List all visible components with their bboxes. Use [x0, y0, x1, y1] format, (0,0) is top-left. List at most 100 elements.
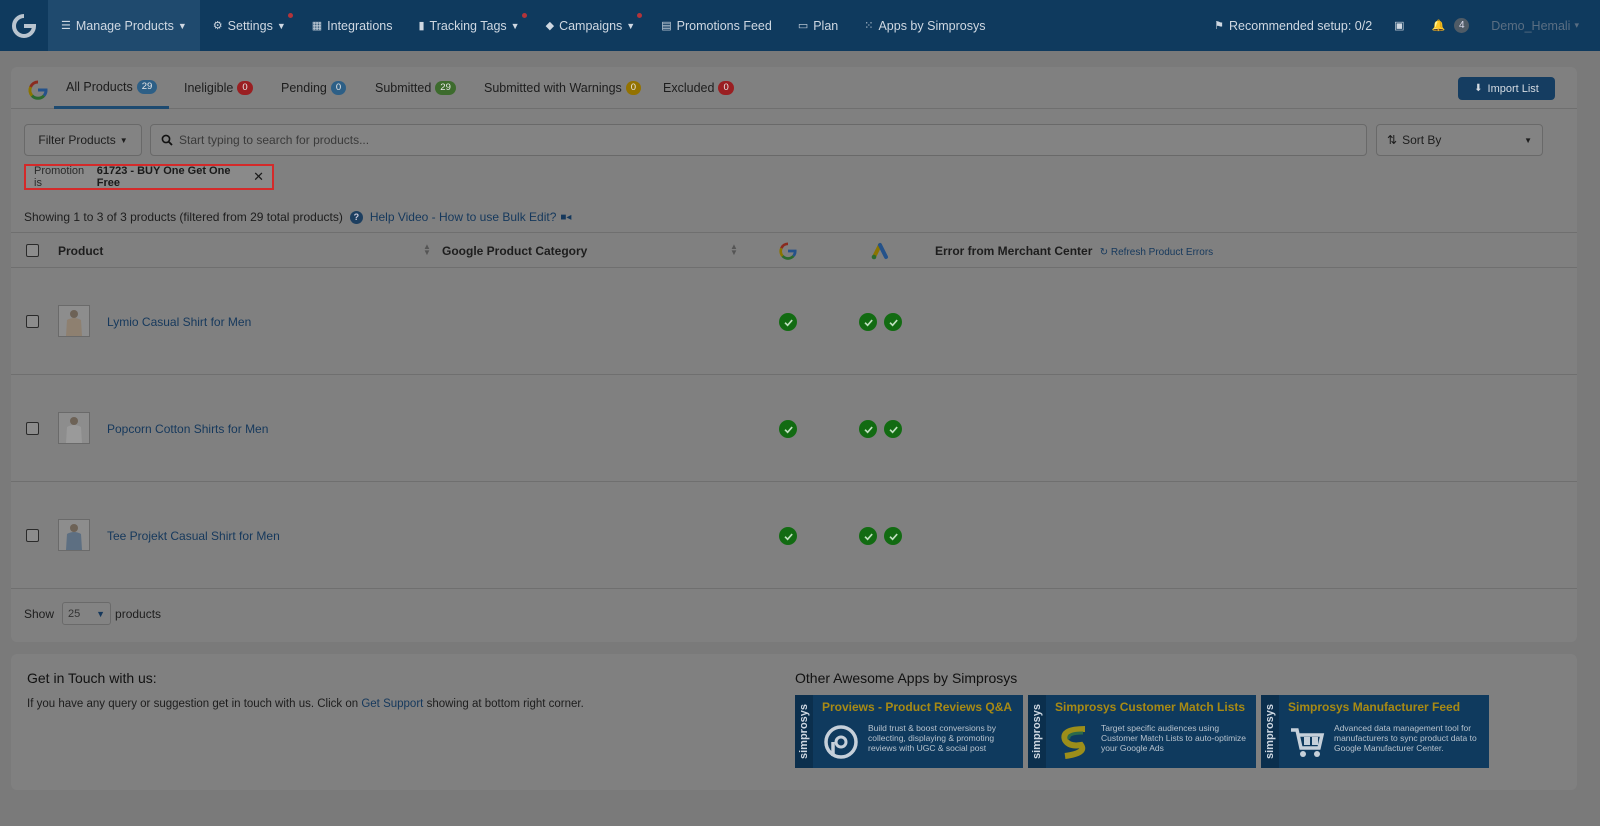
- app-card-2[interactable]: simprosys Simprosys Manufacturer Feed Adva…: [1261, 695, 1489, 768]
- top-nav: ☰ Manage Products ▼ ⚙ Settings ▼ ▦ Integrations…: [0, 0, 1600, 51]
- column-error-merchant-center: Error from Merchant Center ↻ Refresh Pro…: [935, 244, 1213, 258]
- column-product[interactable]: Product: [58, 244, 103, 258]
- search-icon: [161, 134, 173, 146]
- column-google-product-category[interactable]: Google Product Category: [442, 244, 587, 258]
- app-card-0[interactable]: simprosys Proviews - Product Reviews Q&A B…: [795, 695, 1023, 768]
- file-icon: ▤: [661, 20, 672, 32]
- tab-3[interactable]: Submitted 29: [375, 67, 456, 109]
- per-page-select[interactable]: 25 ▼: [62, 602, 112, 625]
- product-name-link[interactable]: Lymio Casual Shirt for Men: [107, 315, 251, 329]
- profile-card-button[interactable]: ▣: [1383, 0, 1420, 51]
- get-support-link[interactable]: Get Support: [361, 698, 423, 710]
- chip-value: 61723 - BUY One Get One Free: [96, 165, 231, 189]
- table-row: Tee Projekt Casual Shirt for Men: [11, 482, 1577, 589]
- nav-item-2[interactable]: ▦ Integrations: [299, 0, 406, 51]
- app-name: Simprosys Customer Match Lists: [1055, 700, 1246, 714]
- nav-item-6[interactable]: ▭ Plan: [785, 0, 851, 51]
- recommended-setup-link[interactable]: ⚑ Recommended setup: 0/2: [1203, 0, 1383, 51]
- alert-dot: [287, 13, 293, 18]
- product-thumbnail[interactable]: [58, 305, 90, 337]
- video-camera-icon: ■◂: [560, 211, 572, 223]
- bell-icon: 🔔: [1431, 20, 1446, 32]
- row-checkbox[interactable]: [26, 529, 39, 542]
- pagination-footer: Show 25 ▼ products: [24, 602, 161, 625]
- nav-item-label: Manage Products: [75, 18, 174, 33]
- chat-bubble-icon: [822, 723, 860, 761]
- nav-item-label: Tracking Tags: [429, 18, 507, 33]
- nav-item-1[interactable]: ⚙ Settings ▼: [200, 0, 299, 51]
- select-all-checkbox[interactable]: [26, 244, 39, 257]
- nav-item-5[interactable]: ▤ Promotions Feed: [648, 0, 785, 51]
- caret-down-icon: ▼: [510, 20, 520, 31]
- product-thumbnail[interactable]: [58, 412, 90, 444]
- app-card-1[interactable]: simprosys Simprosys Customer Match Lists T…: [1028, 695, 1256, 768]
- google-ads-icon: [871, 243, 888, 260]
- nav-item-0[interactable]: ☰ Manage Products ▼: [48, 0, 200, 51]
- chevron-down-icon: ▾: [1574, 20, 1579, 30]
- google-icon: [28, 80, 48, 100]
- import-list-button[interactable]: ⬇ Import List: [1458, 77, 1555, 100]
- credit-card-icon: ▭: [797, 20, 809, 32]
- tab-5[interactable]: Excluded 0: [663, 67, 734, 109]
- filter-products-button[interactable]: Filter Products ▼: [24, 124, 142, 156]
- tab-4[interactable]: Submitted with Warnings 0: [484, 67, 642, 109]
- notification-count: 4: [1454, 18, 1470, 33]
- results-summary: Showing 1 to 3 of 3 products (filtered f…: [24, 210, 571, 224]
- show-label: Show: [24, 606, 55, 621]
- tab-label: All Products: [66, 79, 133, 94]
- s-logo-icon: [1055, 723, 1093, 761]
- gear-icon: ⚙: [212, 20, 223, 32]
- caret-down-icon: ▼: [1524, 135, 1532, 145]
- tab-label: Submitted: [375, 81, 432, 95]
- row-checkbox[interactable]: [26, 315, 39, 328]
- sort-arrows-icon[interactable]: ▲ ▼: [423, 243, 431, 257]
- tab-count-badge: 0: [625, 81, 642, 95]
- caret-down-icon: ▼: [626, 20, 636, 31]
- sort-by-dropdown[interactable]: ⇅ Sort By ▼: [1376, 124, 1543, 156]
- ads-status-check-icon: [859, 420, 877, 438]
- username: Demo_Hemali: [1491, 18, 1571, 33]
- tag-icon: ◆: [545, 20, 555, 32]
- chip-prefix: Promotion is: [34, 165, 85, 189]
- tab-1[interactable]: Ineligible 0: [184, 67, 253, 109]
- row-checkbox[interactable]: [26, 422, 39, 435]
- cart-icon: [1288, 723, 1326, 761]
- alert-dot: [637, 13, 643, 18]
- question-icon[interactable]: ?: [349, 210, 363, 224]
- nav-item-label: Apps by Simprosys: [878, 18, 986, 33]
- refresh-label: Refresh Product Errors: [1110, 247, 1214, 258]
- product-name-link[interactable]: Tee Projekt Casual Shirt for Men: [107, 529, 280, 543]
- nav-item-3[interactable]: ▮ Tracking Tags ▼: [405, 0, 532, 51]
- app-logo[interactable]: [0, 0, 48, 51]
- remove-filter-close-icon[interactable]: ✕: [253, 169, 264, 185]
- caret-down-icon: ▼: [96, 608, 106, 619]
- tab-2[interactable]: Pending 0: [281, 67, 347, 109]
- grid-icon: ⁙: [864, 20, 874, 32]
- import-list-label: Import List: [1487, 82, 1539, 95]
- refresh-product-errors-link[interactable]: ↻ Refresh Product Errors: [1100, 247, 1213, 258]
- search-box: [150, 124, 1367, 156]
- google-g-logo-icon: [12, 13, 37, 38]
- tab-label: Pending: [281, 81, 327, 95]
- google-status-check-icon: [779, 313, 797, 331]
- tab-0[interactable]: All Products 29: [54, 67, 170, 109]
- nav-item-7[interactable]: ⁙ Apps by Simprosys: [851, 0, 998, 51]
- app-description: Build trust & boost conversions by colle…: [868, 723, 997, 753]
- product-thumbnail[interactable]: [58, 519, 90, 551]
- tab-count-badge: 29: [136, 79, 158, 94]
- nav-item-4[interactable]: ◆ Campaigns ▼: [533, 0, 649, 51]
- search-input[interactable]: [179, 133, 1366, 147]
- ads-status-check-icon: [884, 527, 902, 545]
- footer-panel: Get in Touch with us: If you have any qu…: [11, 654, 1577, 790]
- list-icon: ☰: [61, 20, 71, 32]
- tab-label: Ineligible: [184, 81, 234, 95]
- notifications-button[interactable]: 🔔 4: [1421, 0, 1481, 51]
- sort-arrows-icon[interactable]: ▲ ▼: [730, 243, 738, 257]
- nav-item-label: Settings: [227, 18, 273, 33]
- product-name-link[interactable]: Popcorn Cotton Shirts for Men: [107, 422, 268, 436]
- help-video-link[interactable]: Help Video - How to use Bulk Edit?: [370, 210, 557, 224]
- caret-down-icon: ▼: [177, 20, 187, 31]
- user-menu[interactable]: Demo_Hemali ▾: [1480, 0, 1590, 51]
- per-page-value: 25: [68, 607, 81, 620]
- contact-text-after: showing at bottom right corner.: [426, 698, 584, 710]
